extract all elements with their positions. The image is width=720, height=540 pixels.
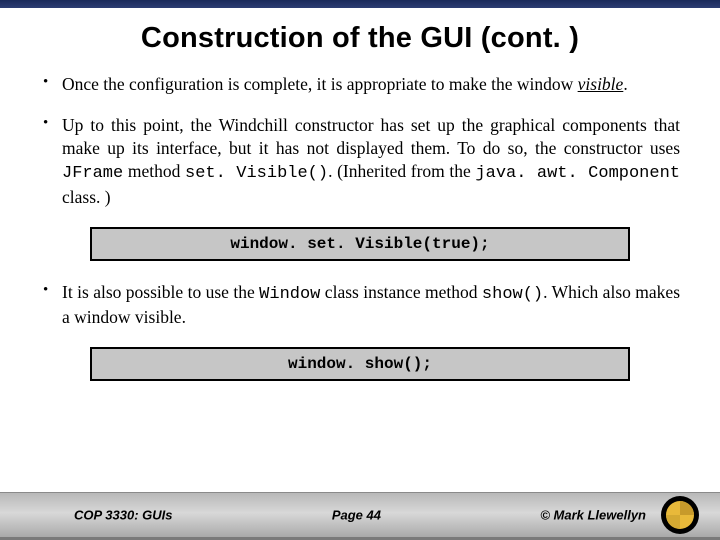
footer-page: Page 44 <box>332 508 381 523</box>
footer-course: COP 3330: GUIs <box>74 508 173 523</box>
bullet-2: Up to this point, the Windchill construc… <box>40 114 680 209</box>
bullet-2-code-jframe: JFrame <box>62 164 123 183</box>
ucf-logo-icon <box>660 495 700 535</box>
bullet-2-code-setvisible: set. Visible() <box>185 164 328 183</box>
slide-title: Construction of the GUI (cont. ) <box>0 22 720 55</box>
footer-content: COP 3330: GUIs Page 44 © Mark Llewellyn <box>74 508 646 523</box>
bullet-2-text-a: Up to this point, the Windchill construc… <box>62 115 680 158</box>
bullet-3-text-b: class instance method <box>320 282 482 302</box>
top-accent-bar <box>0 0 720 8</box>
bullet-2-text-b: method <box>123 161 185 181</box>
bullet-list-2: It is also possible to use the Window cl… <box>40 281 680 330</box>
code-box-2: window. show(); <box>90 347 630 381</box>
footer-bar: COP 3330: GUIs Page 44 © Mark Llewellyn <box>0 492 720 540</box>
bullet-2-code-component: java. awt. Component <box>475 164 680 183</box>
code-box-1: window. set. Visible(true); <box>90 227 630 261</box>
bullet-1-text-b: . <box>623 74 627 94</box>
bullet-2-text-c: . (Inherited from the <box>328 161 475 181</box>
bullet-3-code-window: Window <box>259 285 320 304</box>
bullet-1-visible: visible <box>578 74 624 94</box>
bullet-3-text-a: It is also possible to use the <box>62 282 259 302</box>
bullet-1-text-a: Once the configuration is complete, it i… <box>62 74 578 94</box>
bullet-3: It is also possible to use the Window cl… <box>40 281 680 330</box>
bullet-2-text-d: class. ) <box>62 187 111 207</box>
bullet-1: Once the configuration is complete, it i… <box>40 73 680 96</box>
footer-copyright: © Mark Llewellyn <box>540 508 646 523</box>
slide-content: Once the configuration is complete, it i… <box>0 73 720 381</box>
bullet-list: Once the configuration is complete, it i… <box>40 73 680 209</box>
bullet-3-code-show: show() <box>482 285 543 304</box>
